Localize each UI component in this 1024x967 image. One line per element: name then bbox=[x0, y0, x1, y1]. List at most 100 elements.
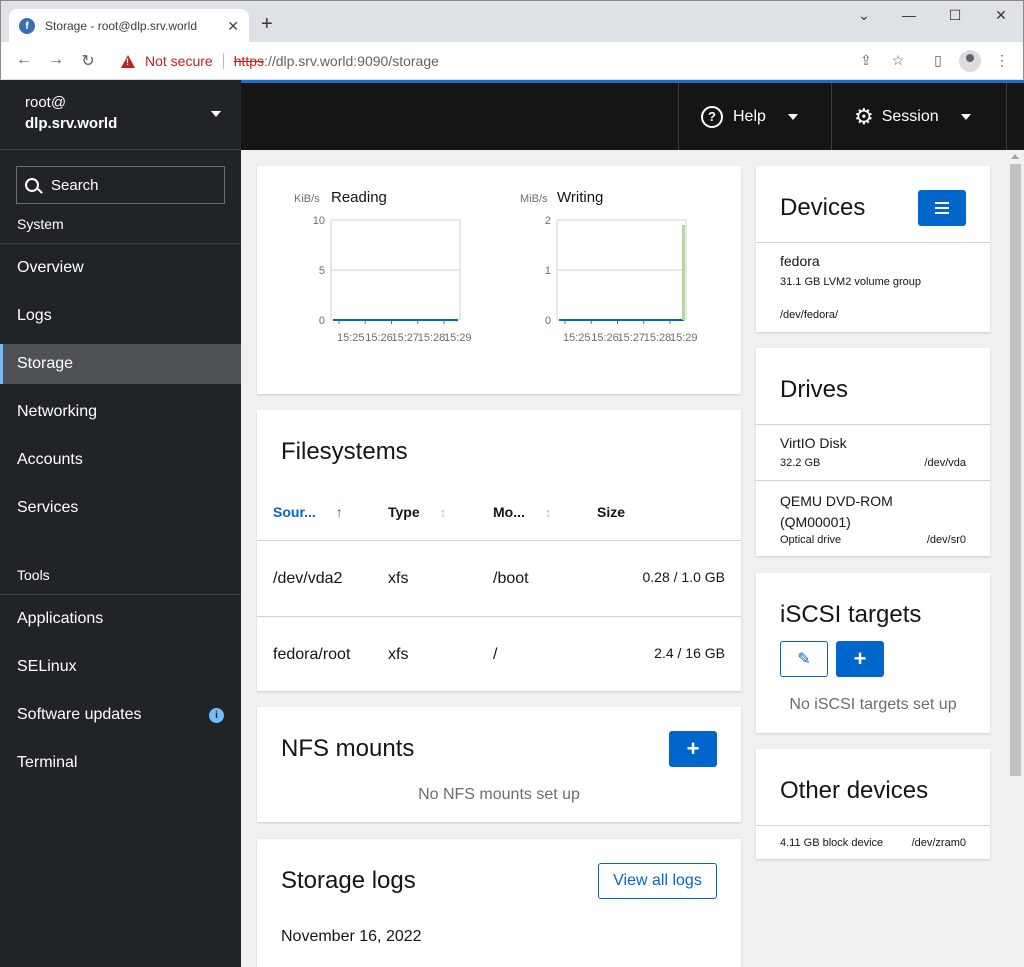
star-icon[interactable]: ☆ bbox=[888, 52, 908, 69]
edit-iscsi-button[interactable]: ✎ bbox=[780, 641, 828, 677]
x-tick-label: 15:26 bbox=[591, 332, 619, 344]
sidebar-item-storage[interactable]: Storage bbox=[0, 344, 241, 384]
gear-icon: ⚙ bbox=[854, 103, 874, 129]
filesystems-table-header: Sour... ↑ Type ↕ Mo... ↕ Size bbox=[257, 504, 741, 542]
browser-tab-strip: f Storage - root@dlp.srv.world ✕ + ⌄ — ☐… bbox=[0, 0, 1024, 43]
search-input[interactable]: Search bbox=[16, 166, 225, 204]
device-name: fedora bbox=[780, 253, 820, 269]
sidebar-item-label: Storage bbox=[17, 355, 74, 372]
table-row[interactable]: /dev/vda2 xfs /boot 0.28 / 1.0 GB bbox=[257, 540, 741, 616]
drive-path: /dev/vda bbox=[924, 457, 966, 469]
sidebar-item-label: Accounts bbox=[17, 451, 83, 468]
drive-desc: Optical drive bbox=[780, 534, 842, 546]
session-menu-button[interactable]: ⚙ Session bbox=[831, 83, 1007, 150]
url-scheme: https bbox=[233, 53, 265, 69]
minimize-icon[interactable]: — bbox=[894, 7, 924, 23]
chart-unit-label: KiB/s bbox=[294, 193, 320, 205]
host-switcher[interactable]: root@ dlp.srv.world bbox=[0, 80, 241, 150]
sidepanel-icon[interactable]: ▯ bbox=[928, 52, 948, 69]
profile-avatar[interactable] bbox=[959, 50, 981, 72]
window-close-icon[interactable]: ✕ bbox=[986, 7, 1016, 24]
sidebar-item-selinux[interactable]: SELinux bbox=[0, 643, 241, 691]
browser-tab[interactable]: f Storage - root@dlp.srv.world ✕ bbox=[9, 9, 249, 43]
storage-logs-title: Storage logs bbox=[281, 867, 416, 894]
fedora-favicon-icon: f bbox=[19, 18, 35, 34]
url-field[interactable]: Not secure https ://dlp.srv.world:9090/s… bbox=[111, 47, 921, 75]
share-icon[interactable]: ⇪ bbox=[856, 52, 876, 69]
sidebar-item-software-updates[interactable]: Software updates i bbox=[0, 691, 241, 739]
caret-down-icon bbox=[211, 111, 221, 117]
plus-icon: + bbox=[853, 646, 867, 671]
y-tick-label: 0 bbox=[319, 315, 325, 327]
scroll-up-icon[interactable] bbox=[1011, 154, 1019, 159]
column-mount[interactable]: Mo... ↕ bbox=[493, 504, 551, 520]
other-device-path: /dev/zram0 bbox=[911, 837, 966, 849]
x-tick-label: 15:27 bbox=[618, 332, 646, 344]
sidebar-item-networking[interactable]: Networking bbox=[0, 388, 241, 436]
maximize-icon[interactable]: ☐ bbox=[940, 7, 970, 24]
io-charts-card: KiB/s Reading 10 5 0 15:25 15:26 15:27 15:28 15:2… bbox=[257, 166, 741, 394]
list-item[interactable]: QEMU DVD-ROM (QM00001) Optical drive /de… bbox=[756, 480, 990, 556]
x-tick-label: 15:25 bbox=[563, 332, 591, 344]
x-tick-label: 15:29 bbox=[670, 332, 698, 344]
sidebar-item-label: Terminal bbox=[17, 754, 78, 771]
sidebar-item-logs[interactable]: Logs bbox=[0, 292, 241, 340]
filesystems-card: Filesystems Sour... ↑ Type ↕ Mo... ↕ Size /… bbox=[257, 410, 741, 691]
forward-icon[interactable]: → bbox=[45, 51, 67, 69]
scrollbar[interactable] bbox=[1007, 150, 1024, 967]
table-row[interactable]: fedora/root xfs / 2.4 / 16 GB bbox=[257, 616, 741, 691]
edit-icon: ✎ bbox=[797, 651, 811, 668]
cell-source: /dev/vda2 bbox=[273, 570, 343, 587]
url-text: ://dlp.srv.world:9090/storage bbox=[264, 53, 439, 69]
cell-type: xfs bbox=[388, 570, 409, 587]
y-tick-label: 5 bbox=[319, 265, 325, 277]
cell-size: 2.4 / 16 GB bbox=[654, 645, 725, 661]
column-label: Sour... bbox=[273, 504, 316, 520]
tab-close-icon[interactable]: ✕ bbox=[227, 18, 239, 35]
add-iscsi-button[interactable]: + bbox=[836, 641, 884, 677]
y-tick-label: 0 bbox=[545, 315, 551, 327]
list-item[interactable]: 4.11 GB block device /dev/zram0 bbox=[756, 825, 990, 859]
sidebar-item-overview[interactable]: Overview bbox=[0, 244, 241, 292]
iscsi-card: iSCSI targets ✎ + No iSCSI targets set u… bbox=[756, 573, 990, 733]
nav-group-tools: Tools bbox=[0, 555, 241, 595]
not-secure-label[interactable]: Not secure bbox=[145, 53, 213, 69]
x-tick-label: 15:28 bbox=[644, 332, 672, 344]
sidebar-item-terminal[interactable]: Terminal bbox=[0, 739, 241, 787]
help-menu-button[interactable]: ? Help bbox=[678, 83, 820, 150]
cell-mount: /boot bbox=[493, 570, 529, 587]
back-icon[interactable]: ← bbox=[13, 51, 35, 69]
sidebar-item-label: SELinux bbox=[17, 658, 77, 675]
chevron-down-icon[interactable]: ⌄ bbox=[849, 7, 879, 24]
help-icon: ? bbox=[701, 105, 723, 128]
device-path: /dev/fedora/ bbox=[780, 309, 839, 321]
new-tab-icon[interactable]: + bbox=[261, 13, 273, 36]
x-tick-label: 15:28 bbox=[418, 332, 446, 344]
list-item[interactable]: VirtIO Disk 32.2 GB /dev/vda bbox=[756, 424, 990, 480]
sidebar-item-services[interactable]: Services bbox=[0, 484, 241, 532]
y-tick-label: 10 bbox=[313, 215, 325, 227]
devices-title: Devices bbox=[780, 194, 866, 221]
column-source[interactable]: Sour... ↑ bbox=[273, 504, 343, 520]
menu-kebab-icon[interactable]: ⋮ bbox=[992, 52, 1012, 69]
drive-path: /dev/sr0 bbox=[926, 534, 966, 546]
help-label: Help bbox=[733, 107, 766, 125]
reload-icon[interactable]: ↻ bbox=[77, 51, 99, 71]
sidebar-item-label: Logs bbox=[17, 307, 52, 324]
view-all-logs-button[interactable]: View all logs bbox=[598, 863, 717, 899]
address-bar: ← → ↻ Not secure https ://dlp.srv.world:… bbox=[0, 42, 1024, 80]
drive-desc: 32.2 GB bbox=[780, 457, 821, 469]
sidebar-item-applications[interactable]: Applications bbox=[0, 595, 241, 643]
devices-menu-button[interactable] bbox=[918, 190, 966, 226]
column-type[interactable]: Type ↕ bbox=[388, 504, 446, 520]
sort-icon: ↕ bbox=[544, 505, 552, 520]
cockpit-app: root@ dlp.srv.world Search System Overvi… bbox=[0, 80, 1024, 967]
add-nfs-button[interactable]: + bbox=[669, 731, 717, 767]
x-tick-label: 15:29 bbox=[444, 332, 472, 344]
sidebar-item-label: Overview bbox=[17, 259, 84, 276]
sidebar-item-accounts[interactable]: Accounts bbox=[0, 436, 241, 484]
scrollbar-thumb[interactable] bbox=[1010, 164, 1021, 776]
column-label: Mo... bbox=[493, 504, 525, 520]
list-item[interactable]: fedora 31.1 GB LVM2 volume group /dev/fe… bbox=[756, 242, 990, 332]
chart-unit-label: MiB/s bbox=[520, 193, 548, 205]
